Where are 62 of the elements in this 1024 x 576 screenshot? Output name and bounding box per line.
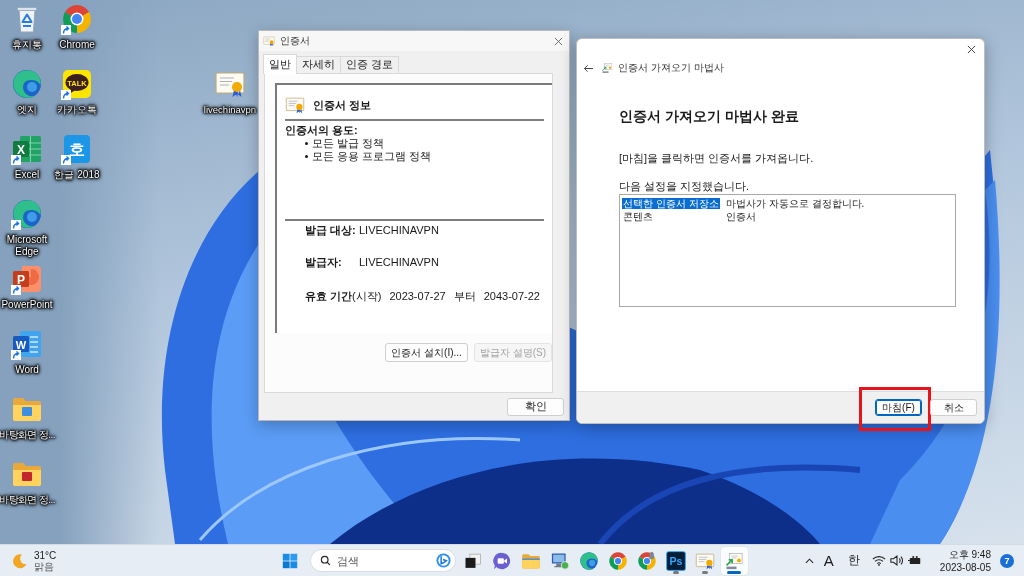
close-icon[interactable]	[554, 36, 563, 46]
close-icon[interactable]	[967, 44, 976, 54]
weather-condition[interactable]: 맑음	[34, 560, 57, 572]
search-field[interactable]: 검색	[309, 549, 456, 572]
field-value: LIVECHINAVPN	[359, 223, 439, 237]
chrome-icon[interactable]	[608, 550, 628, 571]
field-label: 발급 대상:	[305, 223, 357, 237]
certificate-icon[interactable]	[695, 550, 715, 571]
tab[interactable]: 일반	[263, 54, 297, 74]
validity-start: 2023-07-27	[389, 289, 446, 303]
edge-icon[interactable]	[579, 550, 599, 571]
certificate-icon	[285, 95, 305, 115]
tab[interactable]: 인증 경로	[340, 56, 399, 73]
purpose-item: 모든 응용 프로그램 정책	[312, 150, 432, 163]
setting-value: 마법사가 자동으로 결정합니다.	[726, 197, 865, 210]
speaker-icon[interactable]	[889, 555, 904, 566]
setting-name[interactable]: 콘텐츠	[622, 211, 654, 222]
battery-icon[interactable]	[907, 555, 922, 566]
wizard-heading: 인증서 가져오기 마법사 완료	[619, 107, 800, 126]
chrome-icon[interactable]	[637, 550, 657, 571]
bullet-icon	[305, 155, 308, 158]
dialog-button[interactable]: 마침(F)	[875, 399, 922, 416]
settings-label: 다음 설정을 지정했습니다.	[619, 179, 751, 193]
field-value: LIVECHINAVPN	[359, 255, 439, 269]
dialog-button[interactable]: 취소	[930, 399, 977, 416]
edge-icon[interactable]	[11, 68, 43, 100]
validity-until: 부터	[453, 289, 476, 303]
field-label: 발급자:	[305, 255, 343, 269]
purpose-item: 모든 발급 정책	[312, 137, 385, 150]
chrome-icon[interactable]	[61, 3, 93, 35]
swirl-badge-icon[interactable]	[435, 553, 451, 568]
section-title: 인증서 정보	[313, 97, 372, 113]
clock-time[interactable]: 오후 9:48	[948, 547, 991, 561]
search-icon	[319, 555, 331, 566]
validity-label: 유효 기간(시작)	[305, 289, 382, 303]
input-mode-indicator[interactable]: A	[823, 552, 834, 569]
notification-badge[interactable]: 7	[1000, 553, 1014, 568]
certificate-icon	[263, 35, 275, 47]
setting-name[interactable]: 선택한 인증서 저장소	[622, 198, 720, 209]
instruction-text: [마침]을 클릭하면 인증서를 가져옵니다.	[619, 151, 815, 165]
video-chat-icon[interactable]	[492, 550, 512, 571]
window-title: 인증서	[280, 34, 310, 48]
chevron-up-icon[interactable]	[804, 557, 814, 564]
back-arrow-icon[interactable]	[583, 63, 594, 73]
start-icon[interactable]	[281, 552, 298, 569]
clock-date[interactable]: 2023-08-05	[939, 560, 991, 574]
dialog-button[interactable]: 인증서 설치(I)...	[385, 343, 468, 362]
certificate-wizard-icon	[601, 62, 613, 74]
bullet-icon	[305, 142, 308, 145]
task-view-icon[interactable]	[463, 550, 483, 571]
settings-list[interactable]: 선택한 인증서 저장소 마법사가 자동으로 결정합니다. 콘텐츠 인증서	[619, 194, 956, 307]
setting-value: 인증서	[726, 210, 756, 223]
purpose-heading: 인증서의 용도:	[285, 123, 359, 137]
wifi-icon[interactable]	[871, 555, 886, 566]
edge-icon[interactable]	[11, 198, 43, 230]
ime-indicator[interactable]: 한	[847, 552, 860, 569]
window-title: 인증서 가져오기 마법사	[618, 61, 724, 75]
tab[interactable]: 자세히	[296, 56, 341, 73]
temperature-text[interactable]: 31°C	[34, 549, 57, 561]
validity-end: 2043-07-22	[483, 289, 540, 303]
photoshop-icon[interactable]: Ps	[666, 550, 686, 571]
ok-button[interactable]: 확인	[507, 397, 564, 416]
